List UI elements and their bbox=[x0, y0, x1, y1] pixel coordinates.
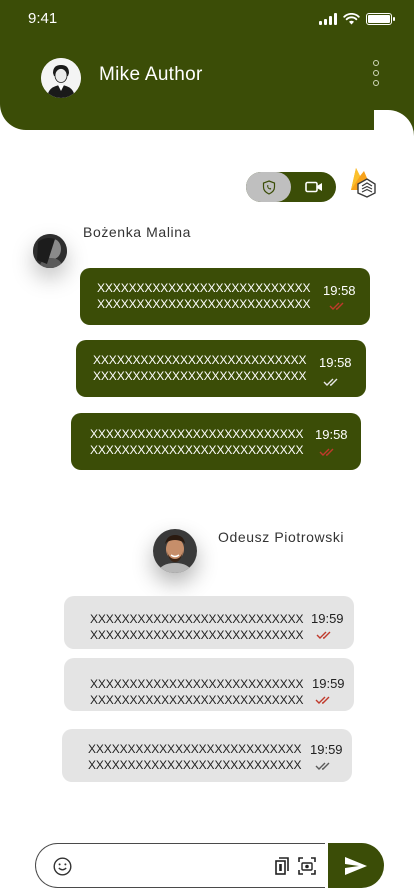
message-bubble-incoming[interactable]: XXXXXXXXXXXXXXXXXXXXXXXXXXX XXXXXXXXXXXXX… bbox=[64, 596, 354, 649]
battery-icon bbox=[366, 13, 395, 25]
message-input[interactable] bbox=[80, 854, 260, 878]
send-icon bbox=[345, 856, 367, 875]
read-receipt-icon bbox=[315, 696, 330, 704]
sender-avatar-bozenka[interactable] bbox=[33, 234, 67, 268]
message-time: 19:59 bbox=[311, 611, 344, 626]
message-composer bbox=[35, 843, 325, 888]
camera-icon[interactable] bbox=[298, 857, 316, 875]
cellular-signal-icon bbox=[319, 13, 337, 25]
message-time: 19:59 bbox=[312, 676, 345, 691]
status-time: 9:41 bbox=[28, 10, 58, 27]
message-bubble-outgoing[interactable]: XXXXXXXXXXXXXXXXXXXXXXXXXXX XXXXXXXXXXXXX… bbox=[71, 413, 361, 470]
call-type-toggle[interactable] bbox=[246, 172, 336, 202]
phone-shield-icon bbox=[262, 179, 275, 195]
chat-contact-name: Mike Author bbox=[99, 64, 203, 85]
user-avatar-icon bbox=[41, 58, 81, 98]
message-bubble-incoming[interactable]: XXXXXXXXXXXXXXXXXXXXXXXXXXX XXXXXXXXXXXXX… bbox=[62, 729, 352, 782]
message-time: 19:58 bbox=[315, 427, 348, 442]
message-text: XXXXXXXXXXXXXXXXXXXXXXXXXXX XXXXXXXXXXXXX… bbox=[90, 677, 304, 707]
message-time: 19:58 bbox=[323, 283, 356, 298]
message-text: XXXXXXXXXXXXXXXXXXXXXXXXXXX XXXXXXXXXXXXX… bbox=[97, 281, 311, 311]
send-button[interactable] bbox=[328, 843, 384, 888]
sender-avatar-odeusz[interactable] bbox=[153, 529, 197, 573]
user-avatar[interactable] bbox=[41, 58, 81, 98]
video-camera-icon bbox=[304, 181, 322, 193]
header-curve bbox=[374, 110, 414, 150]
message-time: 19:59 bbox=[310, 742, 343, 757]
sender-name: Bożenka Malina bbox=[83, 224, 192, 240]
read-receipt-icon bbox=[329, 302, 344, 310]
message-text: XXXXXXXXXXXXXXXXXXXXXXXXXXX XXXXXXXXXXXXX… bbox=[90, 612, 304, 642]
attachment-icon[interactable] bbox=[275, 857, 289, 875]
status-icons bbox=[319, 13, 395, 25]
wifi-icon bbox=[343, 13, 360, 25]
sender-name: Odeusz Piotrowski bbox=[218, 529, 345, 545]
message-text: XXXXXXXXXXXXXXXXXXXXXXXXXXX XXXXXXXXXXXXX… bbox=[88, 742, 302, 772]
delivered-receipt-icon bbox=[323, 378, 338, 386]
more-options-icon[interactable] bbox=[369, 60, 383, 86]
read-receipt-icon bbox=[316, 631, 331, 639]
message-bubble-outgoing[interactable]: XXXXXXXXXXXXXXXXXXXXXXXXXXX XXXXXXXXXXXXX… bbox=[80, 268, 370, 325]
video-call-button[interactable] bbox=[291, 172, 336, 202]
message-text: XXXXXXXXXXXXXXXXXXXXXXXXXXX XXXXXXXXXXXXX… bbox=[93, 353, 307, 383]
status-bar: 9:41 bbox=[0, 0, 414, 38]
message-text: XXXXXXXXXXXXXXXXXXXXXXXXXXX XXXXXXXXXXXXX… bbox=[90, 427, 304, 457]
message-bubble-incoming[interactable]: XXXXXXXXXXXXXXXXXXXXXXXXXXX XXXXXXXXXXXXX… bbox=[64, 658, 354, 711]
emoji-icon[interactable] bbox=[53, 857, 72, 876]
voice-call-button[interactable] bbox=[246, 172, 291, 202]
message-time: 19:58 bbox=[319, 355, 352, 370]
message-bubble-outgoing[interactable]: XXXXXXXXXXXXXXXXXXXXXXXXXXX XXXXXXXXXXXXX… bbox=[76, 340, 366, 397]
delivered-receipt-icon bbox=[315, 762, 330, 770]
read-receipt-icon bbox=[319, 448, 334, 456]
firebase-icon[interactable] bbox=[348, 166, 376, 198]
